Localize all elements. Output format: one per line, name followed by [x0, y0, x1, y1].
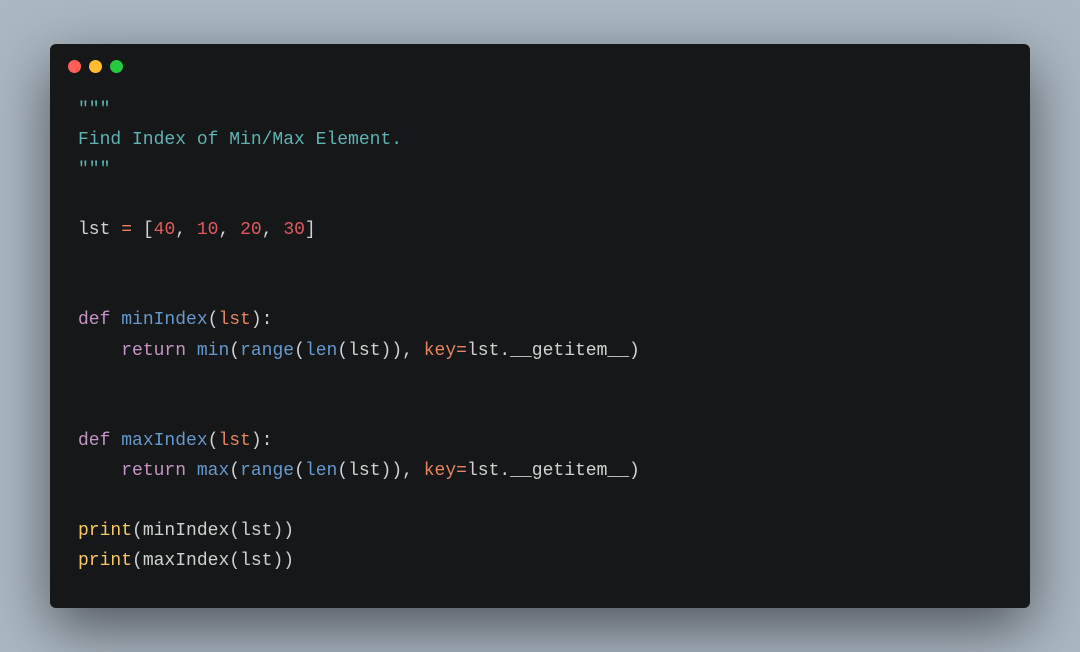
def-kw: def [78, 431, 110, 451]
rparen: ) [272, 551, 283, 571]
key-kwarg: key [424, 461, 456, 481]
eq-op: = [456, 341, 467, 361]
rparen: ) [391, 341, 402, 361]
rparen: ) [283, 521, 294, 541]
close-icon[interactable] [68, 60, 81, 73]
min-builtin: min [197, 341, 229, 361]
rparen: ) [381, 341, 392, 361]
return-kw: return [121, 461, 186, 481]
rparen: ) [272, 521, 283, 541]
indent [78, 341, 121, 361]
lst-ref: lst [467, 341, 499, 361]
max-builtin: max [197, 461, 229, 481]
dot: . [499, 461, 510, 481]
dot: . [499, 341, 510, 361]
lst-arg: lst [240, 551, 272, 571]
print-call: print [78, 521, 132, 541]
getitem: __getitem__ [510, 461, 629, 481]
len-builtin: len [305, 341, 337, 361]
param-lst: lst [218, 310, 250, 330]
docstring-open: """ [78, 100, 110, 120]
lparen: ( [229, 341, 240, 361]
zoom-icon[interactable] [110, 60, 123, 73]
rparen: ) [251, 310, 262, 330]
code-editor[interactable]: """ Find Index of Min/Max Element. """ l… [50, 81, 1030, 608]
rparen: ) [251, 431, 262, 451]
rparen: ) [381, 461, 392, 481]
num-1: 10 [197, 220, 219, 240]
num-2: 20 [240, 220, 262, 240]
lst-arg: lst [348, 341, 380, 361]
lst-ref: lst [467, 461, 499, 481]
eq-op: = [456, 461, 467, 481]
lparen: ( [337, 461, 348, 481]
rparen: ) [629, 341, 640, 361]
lst-arg: lst [348, 461, 380, 481]
range-builtin: range [240, 461, 294, 481]
lbracket: [ [143, 220, 154, 240]
lst-var: lst [78, 220, 110, 240]
getitem: __getitem__ [510, 341, 629, 361]
rparen: ) [629, 461, 640, 481]
lst-arg: lst [240, 521, 272, 541]
lparen: ( [208, 431, 219, 451]
minindex-def: minIndex [121, 310, 207, 330]
colon: : [262, 431, 273, 451]
rparen: ) [283, 551, 294, 571]
num-3: 30 [283, 220, 305, 240]
docstring-text: Find Index of Min/Max Element. [78, 130, 402, 150]
key-kwarg: key [424, 341, 456, 361]
lparen: ( [229, 461, 240, 481]
lparen: ( [132, 551, 143, 571]
lparen: ( [294, 341, 305, 361]
comma: , [402, 461, 424, 481]
code-window: """ Find Index of Min/Max Element. """ l… [50, 44, 1030, 608]
len-builtin: len [305, 461, 337, 481]
rparen: ) [391, 461, 402, 481]
return-kw: return [121, 341, 186, 361]
maxindex-def: maxIndex [121, 431, 207, 451]
docstring-close: """ [78, 160, 110, 180]
lparen: ( [208, 310, 219, 330]
comma: , [218, 220, 240, 240]
lparen: ( [229, 521, 240, 541]
range-builtin: range [240, 341, 294, 361]
minimize-icon[interactable] [89, 60, 102, 73]
comma: , [175, 220, 197, 240]
rbracket: ] [305, 220, 316, 240]
comma: , [262, 220, 284, 240]
print-call: print [78, 551, 132, 571]
assign-op: = [121, 220, 132, 240]
def-kw: def [78, 310, 110, 330]
lparen: ( [229, 551, 240, 571]
maxindex-call: maxIndex [143, 551, 229, 571]
titlebar [50, 44, 1030, 81]
param-lst: lst [218, 431, 250, 451]
indent [78, 461, 121, 481]
comma: , [402, 341, 424, 361]
colon: : [262, 310, 273, 330]
num-0: 40 [154, 220, 176, 240]
lparen: ( [132, 521, 143, 541]
lparen: ( [337, 341, 348, 361]
lparen: ( [294, 461, 305, 481]
minindex-call: minIndex [143, 521, 229, 541]
